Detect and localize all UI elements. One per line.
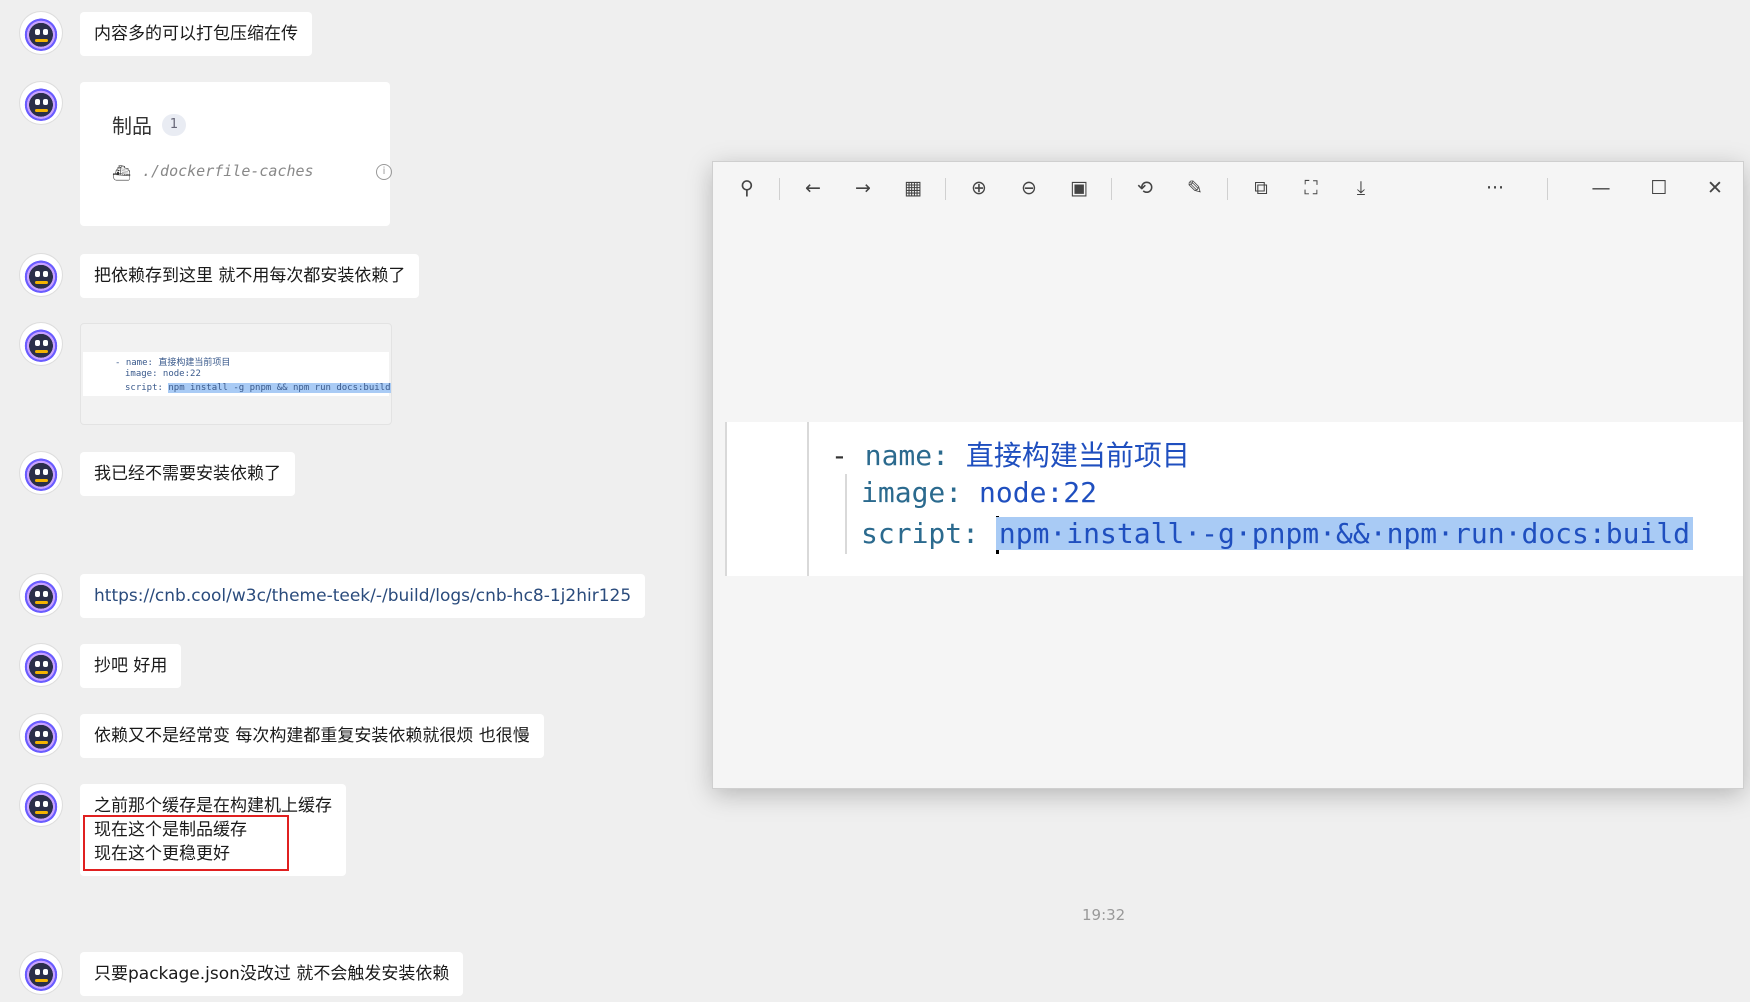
avatar[interactable]	[20, 254, 62, 296]
toolbar-divider	[1227, 178, 1228, 200]
highlight-box	[83, 815, 289, 871]
code-key: name:	[864, 439, 950, 472]
code-line-script: script: npm·install·-g·pnpm·&&·npm·run·d…	[861, 516, 1694, 554]
message-bubble[interactable]: 把依赖存到这里 就不用每次都安装依赖了	[80, 254, 420, 298]
timestamp: 19:32	[1082, 906, 1126, 924]
avatar[interactable]	[20, 452, 62, 494]
message-row: 我已经不需要安装依赖了	[20, 452, 295, 496]
avatar[interactable]	[20, 952, 62, 994]
viewed-image[interactable]: - name: 直接构建当前项目 image: node:22 script: …	[725, 422, 1743, 576]
code-line-name: - name: 直接构建当前项目	[831, 434, 1190, 474]
avatar[interactable]	[20, 644, 62, 686]
code-dash: -	[831, 439, 848, 472]
minimize-icon[interactable]: —	[1585, 172, 1617, 204]
message-row: 内容多的可以打包压缩在传	[20, 12, 312, 56]
message-link[interactable]: https://cnb.cool/w3c/theme-teek/-/build/…	[80, 574, 646, 618]
ocr-icon[interactable]: ⧉	[1245, 172, 1277, 204]
message-row: 只要package.json没改过 就不会触发安装依赖	[20, 952, 464, 996]
info-icon[interactable]: i	[376, 164, 392, 180]
toolbar-divider	[1547, 178, 1548, 200]
code-line: script: npm install -g pnpm && npm run d…	[125, 383, 391, 393]
toolbar-divider	[1111, 178, 1112, 200]
avatar[interactable]	[20, 12, 62, 54]
forward-icon[interactable]: →	[847, 172, 879, 204]
message-bubble[interactable]: 抄吧 好用	[80, 644, 182, 688]
code-line: image: node:22	[125, 369, 201, 379]
zoom-out-icon[interactable]: ⊖	[1013, 172, 1045, 204]
message-row: https://cnb.cool/w3c/theme-teek/-/build/…	[20, 574, 646, 618]
code-selection: npm install -g pnpm && npm run docs:buil…	[168, 383, 391, 393]
code-key: script:	[861, 517, 980, 550]
screen-capture-icon[interactable]: ⛶	[1295, 172, 1327, 204]
rotate-icon[interactable]: ⟲	[1129, 172, 1161, 204]
indent-guide	[845, 474, 847, 554]
message-bubble[interactable]: 只要package.json没改过 就不会触发安装依赖	[80, 952, 464, 996]
pin-icon[interactable]: ⚲	[731, 172, 763, 204]
artifact-count-badge: 1	[162, 114, 186, 136]
image-thumbnail[interactable]: - name: 直接构建当前项目 image: node:22 script: …	[80, 323, 392, 425]
back-icon[interactable]: ←	[797, 172, 829, 204]
close-icon[interactable]: ✕	[1699, 172, 1731, 204]
code-value: node:22	[979, 476, 1098, 509]
more-icon[interactable]: ···	[1479, 172, 1511, 204]
edit-icon[interactable]: ✎	[1179, 172, 1211, 204]
avatar[interactable]	[20, 574, 62, 616]
code-key: script:	[125, 383, 163, 393]
message-bubble[interactable]: 依赖又不是经常变 每次构建都重复安装依赖就很烦 也很慢	[80, 714, 544, 758]
actual-size-icon[interactable]: ▣	[1063, 172, 1095, 204]
code-key: image:	[861, 476, 963, 509]
maximize-icon[interactable]: ☐	[1643, 172, 1675, 204]
message-bubble[interactable]: 我已经不需要安装依赖了	[80, 452, 295, 496]
message-row: 制品 1 ⛴ ./dockerfile-caches i	[20, 82, 392, 226]
code-snippet-preview: - name: 直接构建当前项目 image: node:22 script: …	[83, 352, 391, 396]
grid-icon[interactable]: ▦	[897, 172, 929, 204]
code-line-image: image: node:22	[861, 476, 1097, 509]
artifact-title: 制品	[112, 114, 152, 138]
artifact-path[interactable]: ./dockerfile-caches	[142, 162, 314, 180]
avatar[interactable]	[20, 714, 62, 756]
message-bubble[interactable]: 内容多的可以打包压缩在传	[80, 12, 312, 56]
viewer-toolbar: ⚲ ← → ▦ ⊕ ⊖ ▣ ⟲ ✎ ⧉ ⛶ ⤓ ··· — ☐ ✕	[713, 162, 1743, 214]
avatar[interactable]	[20, 82, 62, 124]
toolbar-divider	[945, 178, 946, 200]
message-row: 抄吧 好用	[20, 644, 182, 688]
avatar[interactable]	[20, 323, 62, 365]
message-row: - name: 直接构建当前项目 image: node:22 script: …	[20, 323, 392, 425]
docker-icon: ⛴	[112, 164, 132, 182]
code-selection: npm·install·-g·pnpm·&&·npm·run·docs:buil…	[995, 517, 1694, 550]
zoom-in-icon[interactable]: ⊕	[963, 172, 995, 204]
indent-guide	[725, 422, 727, 576]
indent-guide	[807, 422, 809, 576]
code-line: - name: 直接构建当前项目	[115, 358, 231, 368]
toolbar-divider	[779, 178, 780, 200]
message-row: 把依赖存到这里 就不用每次都安装依赖了	[20, 254, 420, 298]
download-icon[interactable]: ⤓	[1345, 172, 1377, 204]
avatar[interactable]	[20, 784, 62, 826]
code-value: 直接构建当前项目	[965, 439, 1190, 472]
artifact-card[interactable]: 制品 1 ⛴ ./dockerfile-caches i	[80, 82, 392, 226]
image-viewer-window[interactable]: ⚲ ← → ▦ ⊕ ⊖ ▣ ⟲ ✎ ⧉ ⛶ ⤓ ··· — ☐ ✕ - name…	[713, 162, 1743, 788]
message-row: 依赖又不是经常变 每次构建都重复安装依赖就很烦 也很慢	[20, 714, 544, 758]
